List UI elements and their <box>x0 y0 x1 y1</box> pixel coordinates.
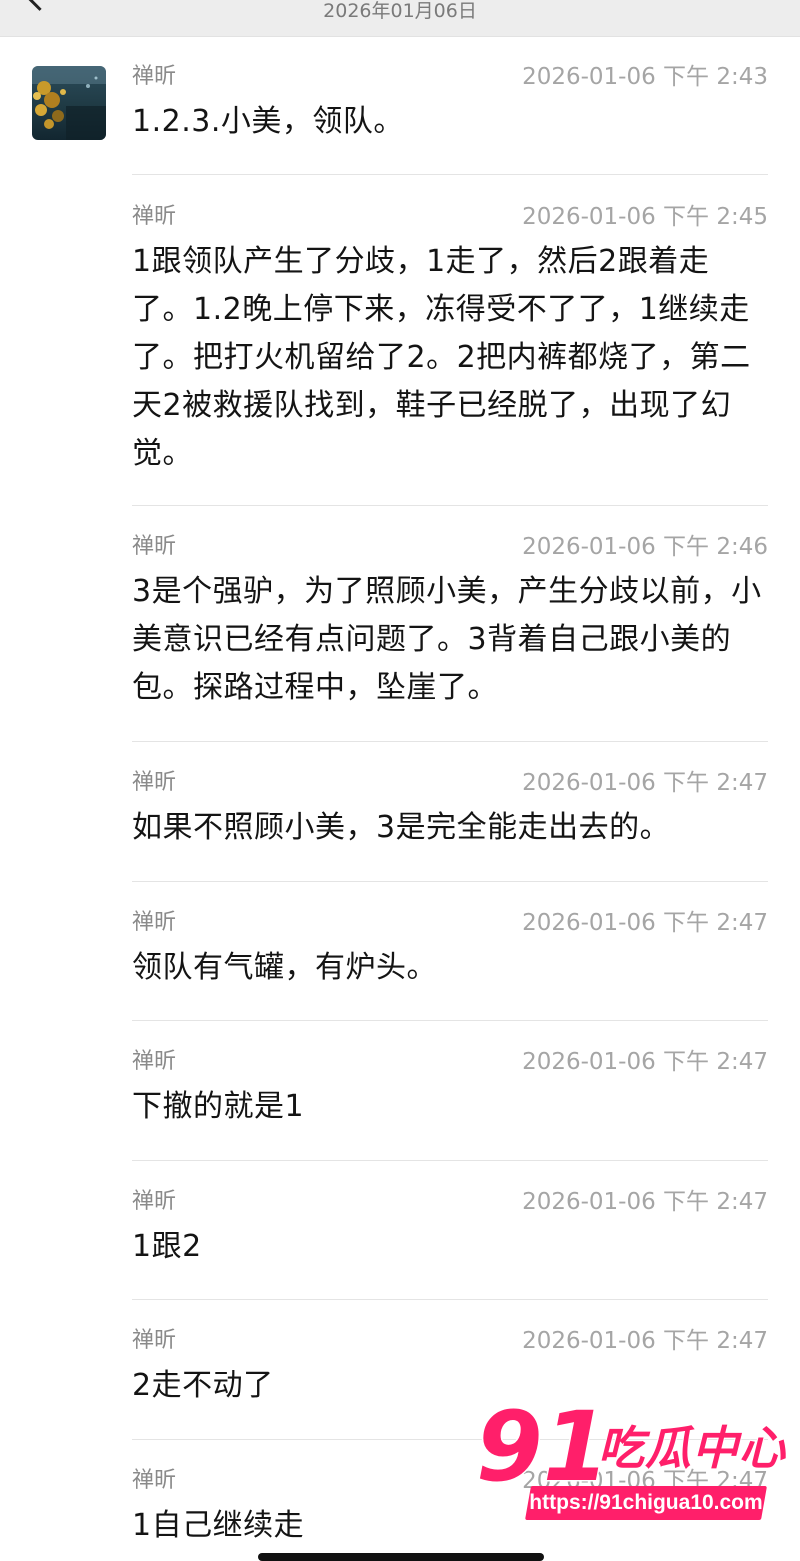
watermark-brand: 吃瓜中心 <box>597 1420 786 1476</box>
message-text: 如果不照顾小美，3是完全能走出去的。 <box>132 810 671 845</box>
chat-message[interactable]: 禅昕 2026-01-06 下午 2:46 3是个强驴，为了照顾小美，产生分歧以… <box>132 532 768 712</box>
message-text: 下撤的就是1 <box>132 1089 305 1124</box>
home-indicator[interactable] <box>258 1553 544 1561</box>
chat-message[interactable]: 禅昕 2026-01-06 下午 2:43 1.2.3.小美，领队。 <box>132 62 768 146</box>
message-time: 2026-01-06 下午 2:47 <box>522 1328 768 1354</box>
top-bar: 2026年01月06日 <box>0 0 800 37</box>
message-time: 2026-01-06 下午 2:45 <box>522 204 768 230</box>
message-divider <box>132 1160 768 1161</box>
message-divider <box>132 1020 768 1021</box>
sender-name: 禅昕 <box>132 910 177 935</box>
watermark-url-badge: https://91chigua10.com <box>525 1486 767 1520</box>
chat-message[interactable]: 禅昕 2026-01-06 下午 2:47 下撤的就是1 <box>132 1047 768 1131</box>
message-time: 2026-01-06 下午 2:47 <box>522 1189 768 1215</box>
sender-name: 禅昕 <box>132 204 177 229</box>
message-divider <box>132 505 768 506</box>
message-divider <box>132 881 768 882</box>
sender-name: 禅昕 <box>132 770 177 795</box>
message-time: 2026-01-06 下午 2:47 <box>522 1049 768 1075</box>
message-time: 2026-01-06 下午 2:47 <box>522 770 768 796</box>
chat-message[interactable]: 禅昕 2026-01-06 下午 2:47 领队有气罐，有炉头。 <box>132 908 768 992</box>
message-text: 1.2.3.小美，领队。 <box>132 104 404 139</box>
watermark-url: https://91chigua10.com <box>529 1491 763 1514</box>
sender-name: 禅昕 <box>132 1468 177 1493</box>
sender-name: 禅昕 <box>132 64 177 89</box>
message-text: 领队有气罐，有炉头。 <box>132 950 437 985</box>
chat-message[interactable]: 禅昕 2026-01-06 下午 2:45 1跟领队产生了分歧，1走了，然后2跟… <box>132 202 768 478</box>
site-watermark: 91 吃瓜中心 https://91chigua10.com <box>470 1398 800 1532</box>
message-divider <box>132 1299 768 1300</box>
sender-name: 禅昕 <box>132 1049 177 1074</box>
sender-name: 禅昕 <box>132 1328 177 1353</box>
message-text: 3是个强驴，为了照顾小美，产生分歧以前，小美意识已经有点问题了。3背着自己跟小美… <box>132 574 762 705</box>
avatar[interactable] <box>32 66 106 140</box>
message-text: 1跟2 <box>132 1229 202 1264</box>
sender-name: 禅昕 <box>132 1189 177 1214</box>
message-time: 2026-01-06 下午 2:43 <box>522 64 768 90</box>
message-time: 2026-01-06 下午 2:47 <box>522 910 768 936</box>
message-time: 2026-01-06 下午 2:46 <box>522 534 768 560</box>
chat-message[interactable]: 禅昕 2026-01-06 下午 2:47 如果不照顾小美，3是完全能走出去的。 <box>132 768 768 852</box>
message-divider <box>132 741 768 742</box>
watermark-number: 91 <box>476 1398 610 1498</box>
date-title: 2026年01月06日 <box>323 0 477 22</box>
chat-message[interactable]: 禅昕 2026-01-06 下午 2:47 1跟2 <box>132 1187 768 1271</box>
sender-name: 禅昕 <box>132 534 177 559</box>
landscape-avatar-image <box>32 66 106 140</box>
message-divider <box>132 174 768 175</box>
message-text: 1跟领队产生了分歧，1走了，然后2跟着走了。1.2晚上停下来，冻得受不了了，1继… <box>132 244 751 471</box>
